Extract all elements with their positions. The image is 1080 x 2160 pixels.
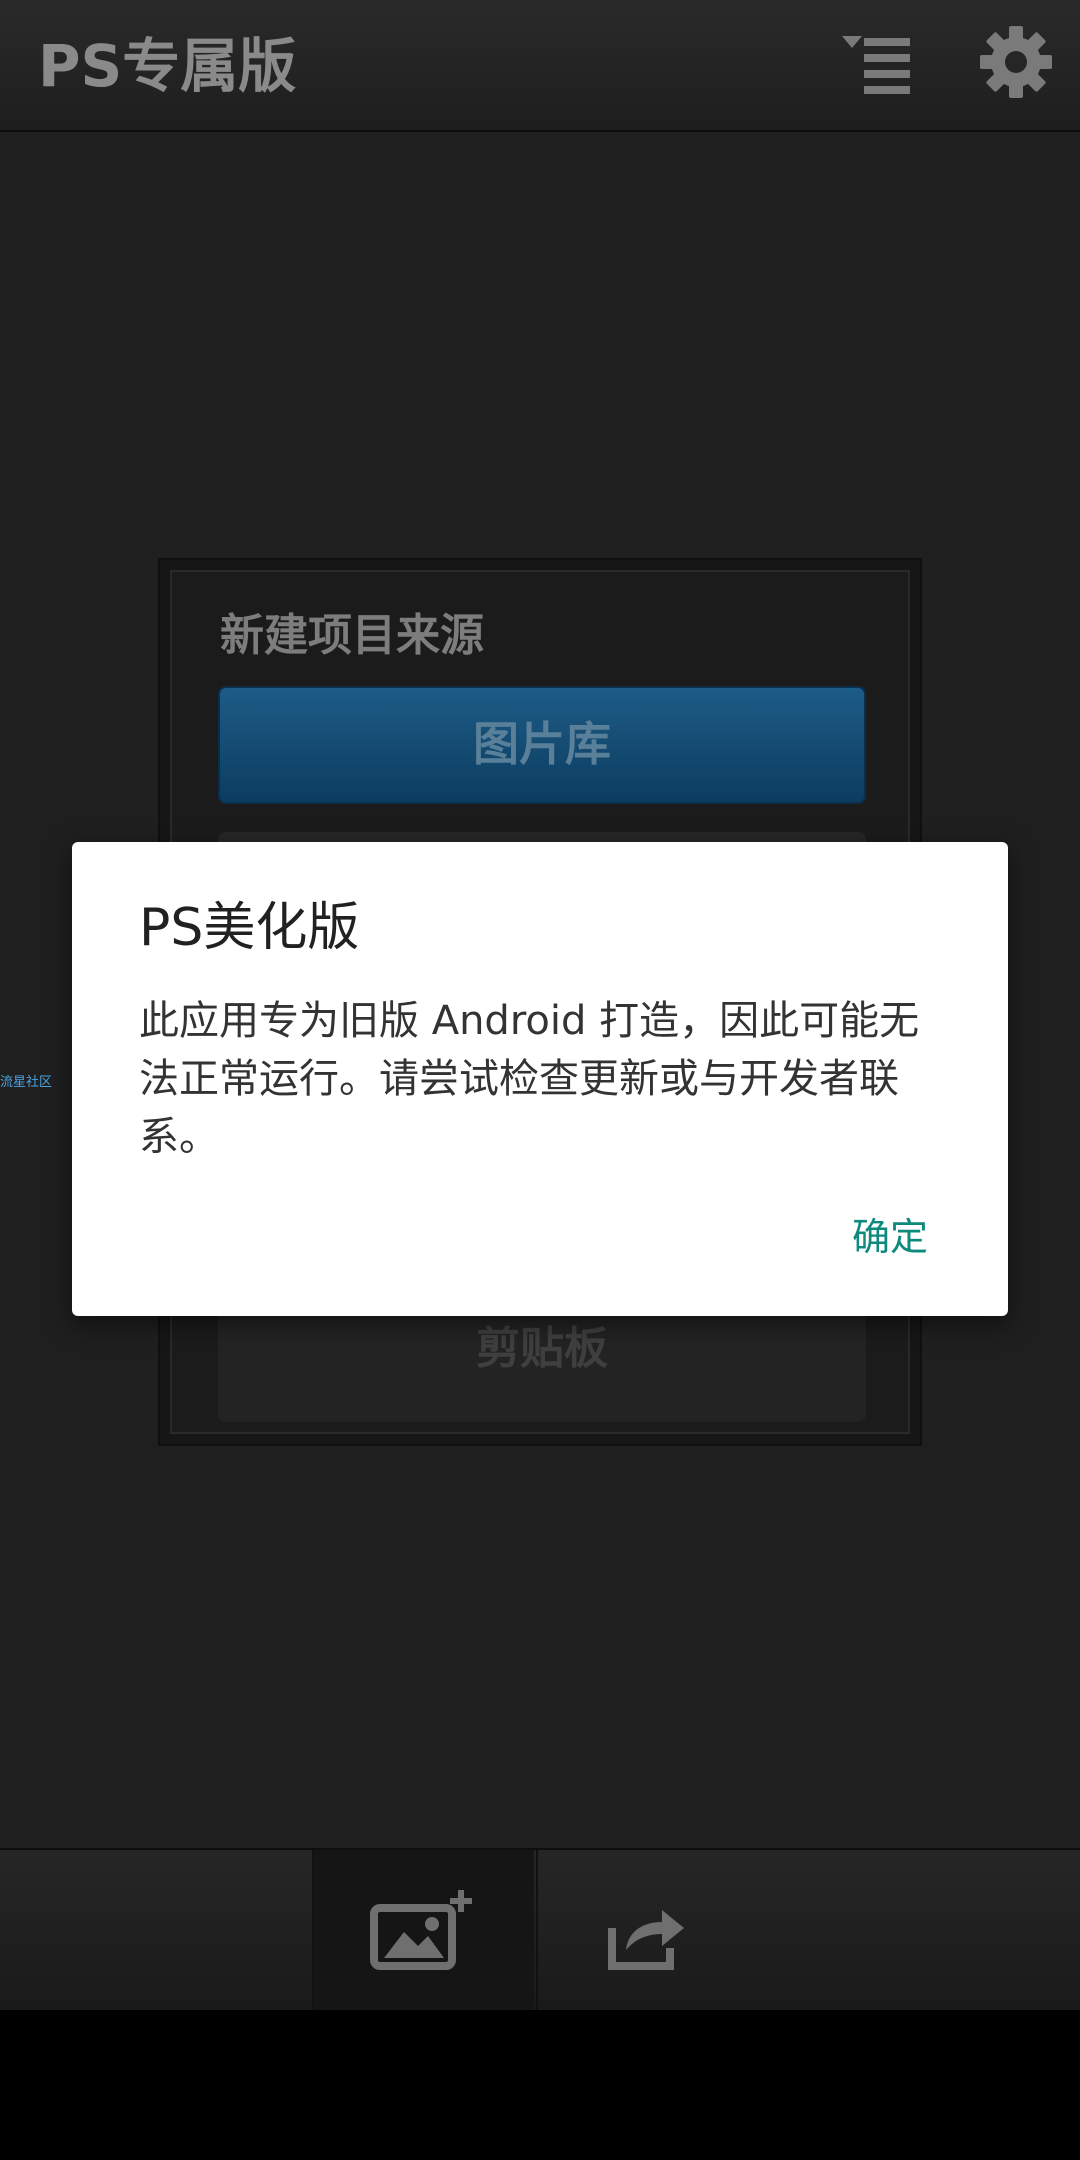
add-image-icon[interactable]: [370, 1888, 476, 1972]
app-root: PS专属版 流星社区 新建项目来源 图片库 剪贴板 PS美化版 此应用专为旧版 …: [0, 0, 1080, 2160]
dialog-message: 此应用专为旧版 Android 打造，因此可能无法正常运行。请尝试检查更新或与开…: [139, 998, 920, 1160]
compatibility-dialog: PS美化版 此应用专为旧版 Android 打造，因此可能无法正常运行。请尝试检…: [72, 842, 1008, 1316]
clipboard-button[interactable]: 剪贴板: [218, 1304, 866, 1422]
system-navigation-bar: [0, 2010, 1080, 2160]
top-app-bar: PS专属版: [0, 0, 1080, 132]
panel-title: 新建项目来源: [220, 610, 484, 661]
toolbar-segment-left: [0, 1850, 314, 2010]
share-icon[interactable]: [606, 1898, 688, 1972]
ok-button[interactable]: 确定: [852, 1212, 928, 1262]
gallery-button[interactable]: 图片库: [218, 686, 866, 804]
app-title: PS专属版: [38, 32, 297, 100]
gear-icon[interactable]: [976, 22, 1056, 102]
menu-list-icon[interactable]: [838, 28, 918, 98]
side-watermark-text: 流星社区: [0, 1075, 53, 1090]
dialog-title: PS美化版: [139, 898, 360, 958]
bottom-toolbar: [0, 1848, 1080, 2010]
